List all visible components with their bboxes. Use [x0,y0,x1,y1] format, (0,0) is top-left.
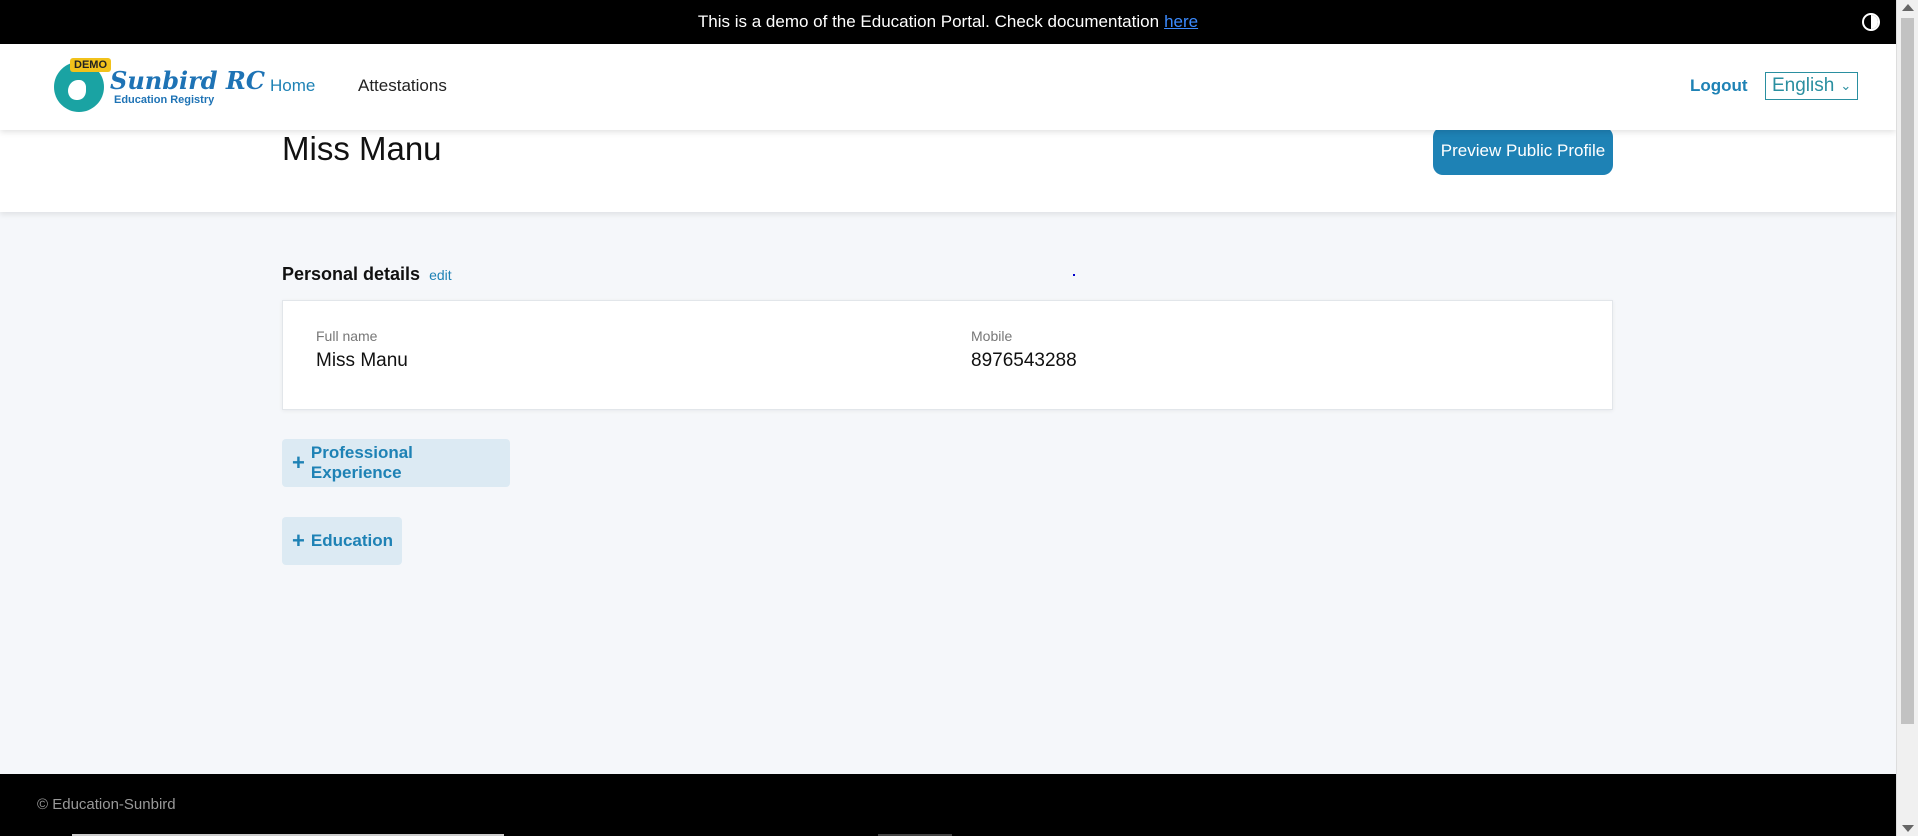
preview-public-profile-button[interactable]: Preview Public Profile [1433,127,1613,175]
logo[interactable]: DEMO Sunbird RC Education Registry [54,58,265,112]
field-label: Full name [316,328,378,344]
demo-banner-text: This is a demo of the Education Portal. … [697,12,1160,31]
section-label: Professional Experience [310,443,413,482]
add-education-button[interactable]: + Education [282,517,402,565]
scroll-up-arrow-icon[interactable] [1902,4,1914,11]
plus-icon: + [292,450,305,475]
edit-personal-details-link[interactable]: edit [429,267,452,283]
scroll-down-arrow-icon[interactable] [1902,825,1914,832]
nav-home-link[interactable]: Home [270,76,315,96]
profile-header: Miss Manu Preview Public Profile [0,127,1896,212]
stray-dot [1073,274,1075,276]
language-select[interactable]: English ⌄ [1765,72,1859,100]
logout-button[interactable]: Logout [1690,76,1748,96]
section-label: Education [310,531,394,550]
field-value: Miss Manu [316,350,408,371]
profile-name: Miss Manu [282,130,442,167]
personal-details-heading: Personal details edit [282,264,452,285]
demo-badge: DEMO [70,58,111,72]
footer: © Education-Sunbird [0,774,1896,836]
demo-banner: This is a demo of the Education Portal. … [0,0,1896,44]
scrollbar-thumb[interactable] [1901,18,1914,724]
chevron-down-icon: ⌄ [1840,78,1852,93]
plus-icon: + [292,528,305,553]
field-value: 8976543288 [971,350,1077,371]
vertical-scrollbar[interactable] [1896,0,1918,836]
full-name-field: Full name Miss Manu [316,328,408,372]
logo-subtitle: Education Registry [114,94,215,106]
mobile-field: Mobile 8976543288 [971,328,1077,372]
add-professional-experience-button[interactable]: + Professional Experience [282,439,510,487]
personal-details-card: Full name Miss Manu Mobile 8976543288 [282,300,1613,410]
contrast-icon[interactable] [1862,13,1880,31]
language-value: English [1772,75,1835,96]
nav-attestations-link[interactable]: Attestations [358,76,447,96]
logo-bird-icon: DEMO [54,58,111,112]
top-navbar: DEMO Sunbird RC Education Registry Home … [0,44,1896,130]
documentation-link[interactable]: here [1164,12,1198,32]
personal-details-title: Personal details [282,264,421,284]
logo-title: Sunbird RC [110,66,265,95]
page-viewport: This is a demo of the Education Portal. … [0,0,1896,836]
field-label: Mobile [971,328,1013,344]
footer-copyright: © Education-Sunbird [37,796,176,813]
